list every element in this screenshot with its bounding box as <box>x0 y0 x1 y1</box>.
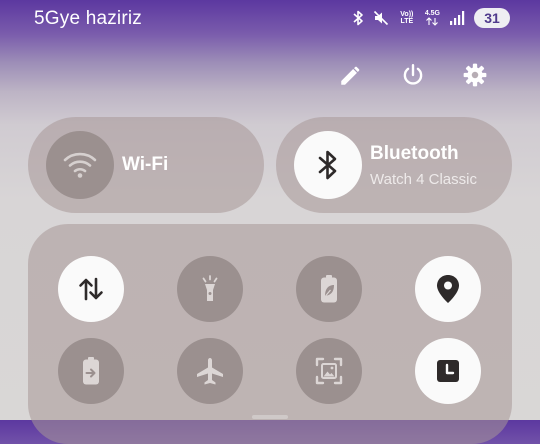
panel-handle[interactable] <box>252 415 288 419</box>
screenshot-toggle[interactable] <box>296 338 362 404</box>
network-type-icon: 4.5G <box>425 10 440 26</box>
flashlight-icon <box>202 275 218 301</box>
power-icon <box>403 64 423 85</box>
top-actions <box>336 60 490 90</box>
mobile-data-toggle[interactable] <box>58 256 124 322</box>
signal-icon <box>449 10 465 26</box>
gear-icon <box>463 63 487 87</box>
airplane-icon <box>197 358 223 385</box>
volte-icon: Vo)) LTE <box>398 11 416 25</box>
bluetooth-icon <box>318 150 337 180</box>
volte-label: Vo)) LTE <box>400 11 414 25</box>
mute-icon <box>373 10 389 26</box>
carrier-name: 5Gye haziriz <box>34 8 142 29</box>
airplane-mode-toggle[interactable] <box>177 338 243 404</box>
bluetooth-label: Bluetooth <box>370 143 459 164</box>
data-arrows-icon <box>79 277 103 301</box>
screen-capture-icon <box>315 357 343 385</box>
wireless-powershare-toggle[interactable] <box>58 338 124 404</box>
power-saving-toggle[interactable] <box>296 256 362 322</box>
wifi-toggle[interactable] <box>46 131 114 199</box>
battery-share-icon <box>83 357 99 385</box>
bluetooth-device-name: Watch 4 Classic <box>370 171 477 188</box>
status-bar: 5Gye haziriz Vo)) LTE 4.5G 31 <box>0 0 540 36</box>
flashlight-toggle[interactable] <box>177 256 243 322</box>
bedtime-toggle[interactable] <box>415 338 481 404</box>
settings-button[interactable] <box>460 60 490 90</box>
quick-settings-panel <box>28 224 512 444</box>
status-icons: Vo)) LTE 4.5G 31 <box>352 7 510 29</box>
edit-button[interactable] <box>336 60 366 90</box>
bluetooth-status-icon <box>352 10 364 26</box>
location-pin-icon <box>437 275 459 303</box>
bluetooth-tile[interactable]: Bluetooth Watch 4 Classic <box>276 117 512 213</box>
wifi-tile[interactable]: Wi-Fi <box>28 117 264 213</box>
network-label: 4.5G <box>424 10 440 17</box>
bluetooth-toggle[interactable] <box>294 131 362 199</box>
power-button[interactable] <box>398 60 428 90</box>
battery-leaf-icon <box>321 275 337 303</box>
battery-indicator: 31 <box>474 8 510 28</box>
pencil-icon <box>341 66 360 85</box>
location-toggle[interactable] <box>415 256 481 322</box>
wifi-icon <box>63 152 97 178</box>
clock-icon <box>437 360 459 382</box>
wifi-label: Wi-Fi <box>122 154 169 175</box>
